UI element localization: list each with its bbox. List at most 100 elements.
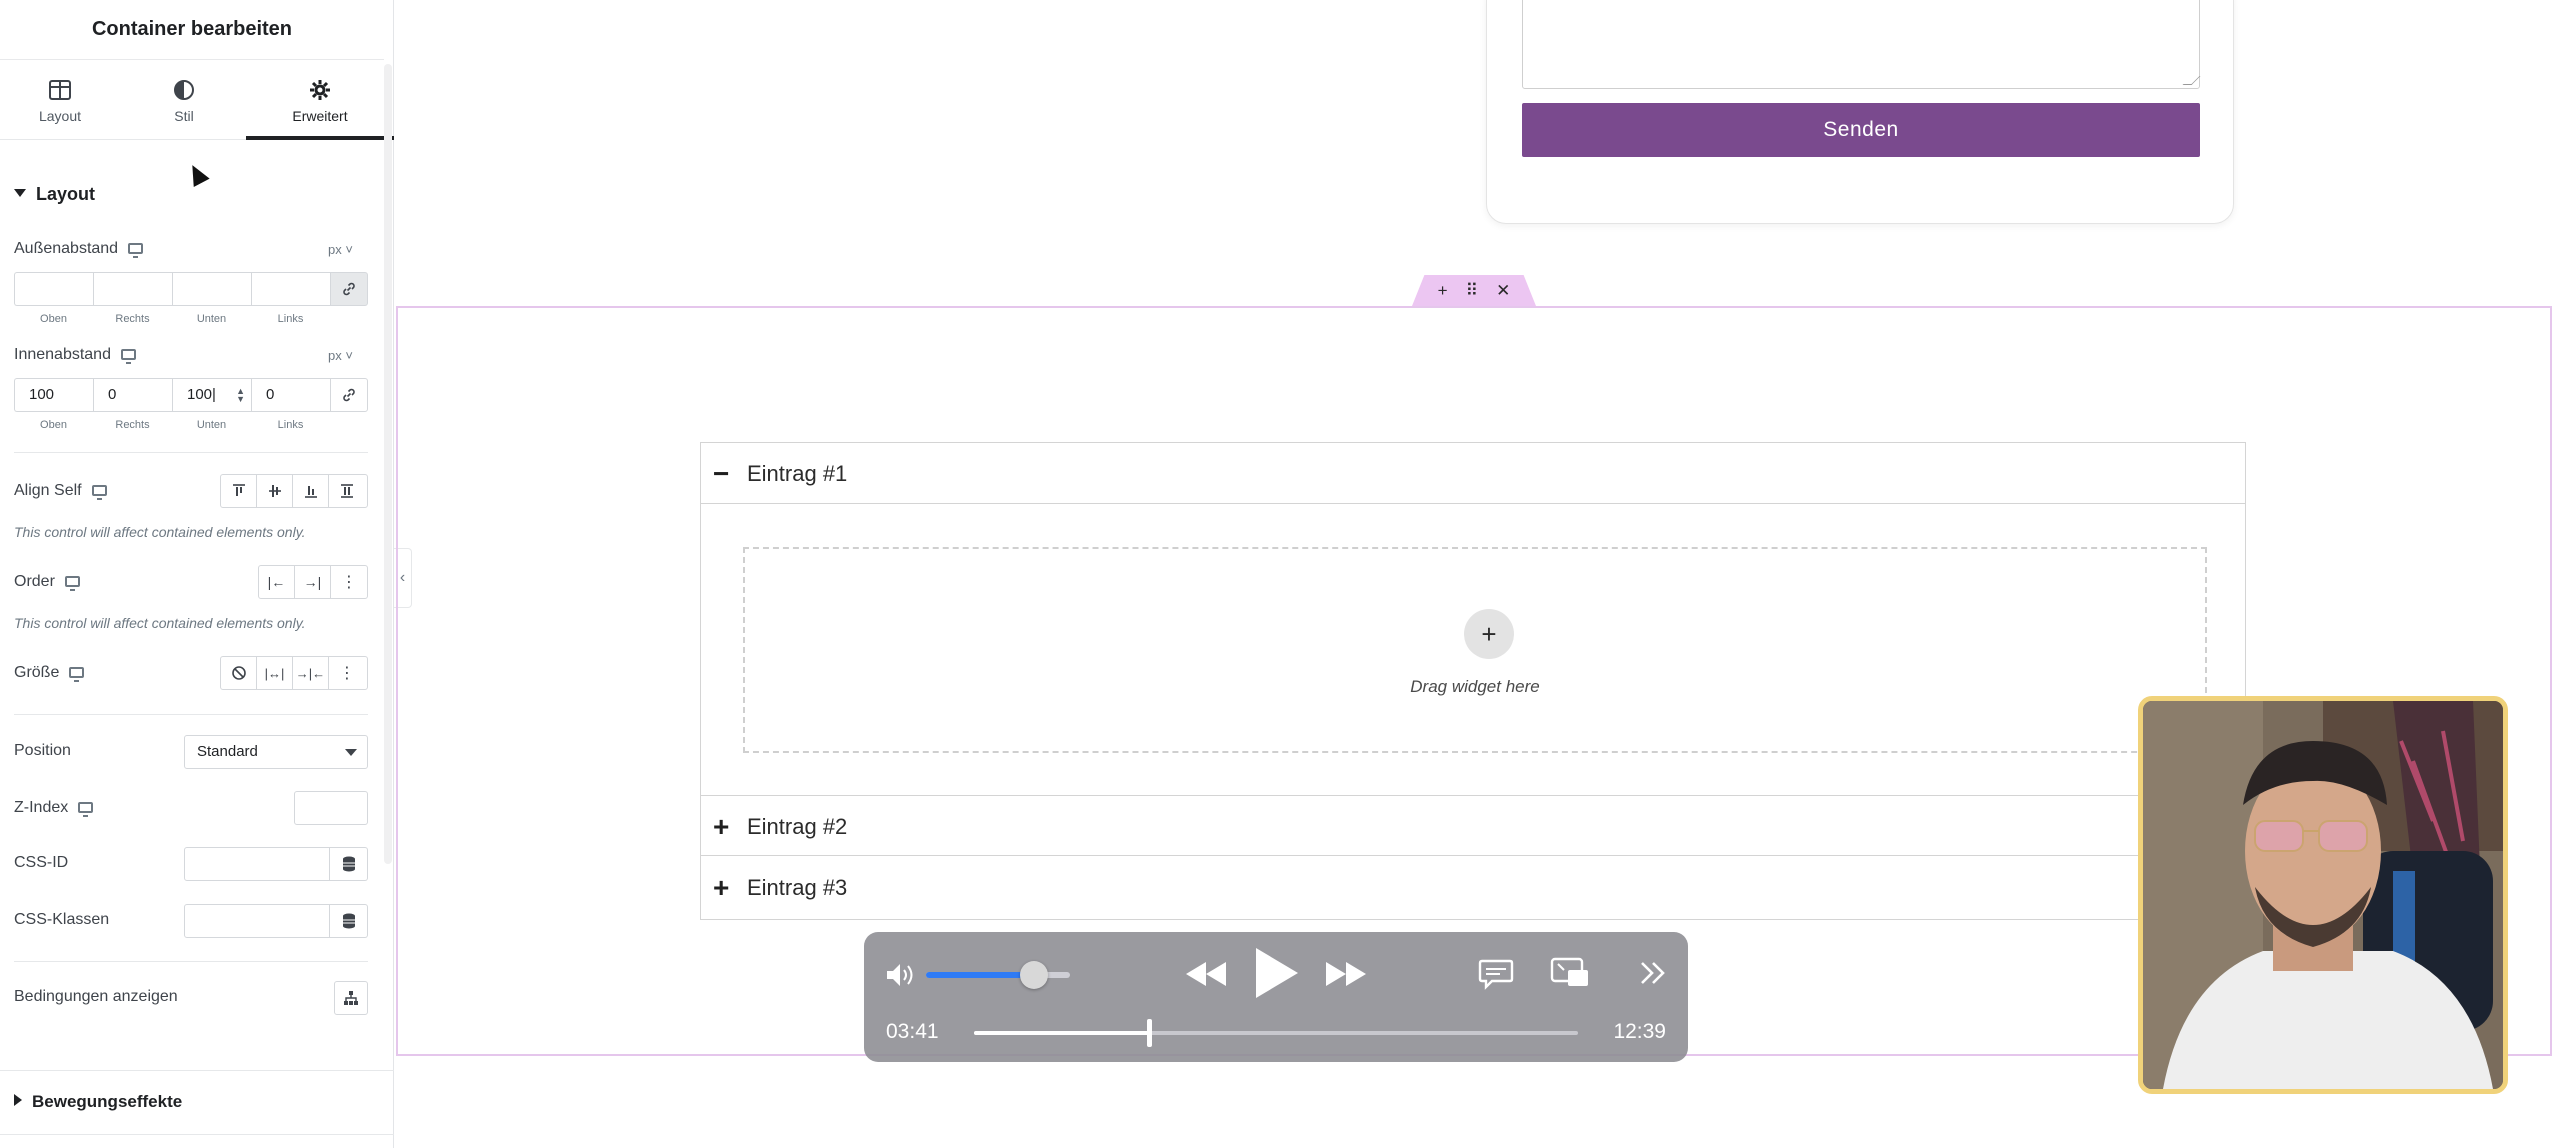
size-shrink-button[interactable]: →|← xyxy=(293,657,329,689)
css-id-label: CSS-ID xyxy=(14,854,69,871)
subtitles-icon[interactable] xyxy=(1478,958,1514,990)
css-id-input[interactable] xyxy=(184,847,330,881)
add-widget-button[interactable]: + xyxy=(1464,609,1514,659)
margin-bottom-input[interactable] xyxy=(172,272,251,306)
margin-unit-select[interactable]: px ˅ xyxy=(328,242,353,257)
link-values-button[interactable] xyxy=(330,378,368,412)
css-classes-input[interactable] xyxy=(184,904,330,938)
size-grow-button[interactable]: |↔| xyxy=(257,657,293,689)
desktop-icon[interactable] xyxy=(78,802,94,817)
align-stretch-button[interactable] xyxy=(329,475,365,507)
send-button[interactable]: Senden xyxy=(1522,103,2200,157)
plus-icon: + xyxy=(713,811,730,842)
order-last-icon: →| xyxy=(303,574,322,590)
volume-slider[interactable] xyxy=(926,961,1070,989)
accordion-widget: − Eintrag #1 + Drag widget here + Eintrag … xyxy=(700,442,2246,920)
z-index-input[interactable] xyxy=(294,791,368,825)
editor-panel: Container bearbeiten Layout Stil Erweite… xyxy=(0,0,394,1148)
side-label: Unten xyxy=(196,313,227,325)
side-label: Oben xyxy=(40,419,67,431)
sitemap-icon xyxy=(344,991,358,1005)
align-self-buttons xyxy=(220,474,368,508)
accordion-item-1-header[interactable]: − Eintrag #1 xyxy=(701,443,2245,504)
dropdown-arrow-icon xyxy=(345,749,357,756)
order-start-button[interactable]: |← xyxy=(259,566,295,598)
widget-drop-zone[interactable]: + Drag widget here xyxy=(743,547,2207,753)
align-center-button[interactable] xyxy=(257,475,293,507)
conditions-button[interactable] xyxy=(334,981,368,1015)
tab-style[interactable]: Stil xyxy=(124,64,244,140)
side-label: Oben xyxy=(40,313,67,325)
align-start-button[interactable] xyxy=(221,475,257,507)
volume-icon[interactable] xyxy=(884,960,918,990)
picture-in-picture-icon[interactable] xyxy=(1550,956,1590,990)
desktop-icon[interactable] xyxy=(128,243,144,258)
padding-label: Innenabstand xyxy=(14,346,136,364)
close-icon[interactable]: ✕ xyxy=(1496,281,1510,301)
fast-forward-icon[interactable] xyxy=(1324,958,1368,990)
tab-layout[interactable]: Layout xyxy=(0,64,120,140)
layout-section-title: Layout xyxy=(36,184,96,204)
position-select[interactable]: Standard xyxy=(184,735,368,769)
accordion-item-2-header[interactable]: + Eintrag #2 xyxy=(701,795,2245,856)
motion-section-header[interactable]: Bewegungseffekte xyxy=(14,1092,182,1112)
tab-advanced[interactable]: Erweitert xyxy=(246,64,394,140)
margin-side-labels: Oben Rechts Unten Links xyxy=(14,313,334,325)
progress-scrubber[interactable] xyxy=(1147,1019,1153,1047)
volume-knob[interactable] xyxy=(1020,961,1048,989)
align-top-icon xyxy=(232,484,245,496)
side-label: Rechts xyxy=(115,419,150,431)
size-buttons: |↔| →|← ⋮ xyxy=(220,656,368,690)
align-end-button[interactable] xyxy=(293,475,329,507)
more-chevrons-icon[interactable] xyxy=(1638,958,1668,988)
current-time: 03:41 xyxy=(886,1020,939,1043)
padding-top-input[interactable]: 100 xyxy=(14,378,93,412)
dynamic-tags-button[interactable] xyxy=(330,847,368,881)
accordion-item-label: Eintrag #3 xyxy=(747,875,848,900)
desktop-icon[interactable] xyxy=(120,349,136,364)
mouse-cursor-icon xyxy=(184,160,210,188)
margin-left-input[interactable] xyxy=(251,272,330,306)
margin-right-input[interactable] xyxy=(93,272,172,306)
padding-left-input[interactable]: 0 xyxy=(251,378,330,412)
message-textarea[interactable] xyxy=(1522,0,2200,89)
caret-right-icon xyxy=(14,1094,22,1106)
rewind-icon[interactable] xyxy=(1184,958,1228,990)
padding-inputs: 100 0 100| ▲ ▼ 0 xyxy=(14,378,368,412)
margin-top-input[interactable] xyxy=(14,272,93,306)
desktop-icon[interactable] xyxy=(64,576,80,591)
accordion-item-3-header[interactable]: + Eintrag #3 xyxy=(701,857,2245,918)
drag-handle-icon[interactable]: ⠿ xyxy=(1466,281,1478,301)
align-self-note: This control will affect contained eleme… xyxy=(14,524,306,540)
play-icon[interactable] xyxy=(1252,946,1300,1000)
margin-label-text: Außenabstand xyxy=(14,240,119,257)
stepper-icon[interactable]: ▲ ▼ xyxy=(236,387,245,404)
order-end-button[interactable]: →| xyxy=(295,566,331,598)
accordion-item-label: Eintrag #1 xyxy=(747,461,848,486)
padding-right-input[interactable]: 0 xyxy=(93,378,172,412)
padding-bottom-input[interactable]: 100| ▲ ▼ xyxy=(172,378,251,412)
z-index-label: Z-Index xyxy=(14,799,94,817)
link-values-button[interactable] xyxy=(330,272,368,306)
margin-label: Außenabstand xyxy=(14,240,144,258)
contrast-icon xyxy=(174,80,194,100)
desktop-icon[interactable] xyxy=(69,667,85,682)
padding-unit-select[interactable]: px ˅ xyxy=(328,348,353,363)
size-custom-button[interactable]: ⋮ xyxy=(329,657,365,689)
size-none-button[interactable] xyxy=(221,657,257,689)
dynamic-tags-button[interactable] xyxy=(330,904,368,938)
layout-icon xyxy=(49,80,71,100)
order-first-icon: |← xyxy=(267,574,286,590)
padding-unit-text: px xyxy=(328,348,342,363)
plus-icon: + xyxy=(1481,619,1497,649)
shrink-icon: →|← xyxy=(295,665,326,681)
panel-tabs: Layout Stil Erweitert xyxy=(0,64,394,140)
add-icon[interactable]: + xyxy=(1438,281,1448,301)
order-custom-button[interactable]: ⋮ xyxy=(331,566,367,598)
desktop-icon[interactable] xyxy=(91,485,107,500)
position-label: Position xyxy=(14,742,71,759)
panel-scrollbar[interactable] xyxy=(384,64,392,864)
align-stretch-icon xyxy=(341,484,353,498)
layout-section-header[interactable]: Layout xyxy=(14,184,95,205)
progress-bar[interactable] xyxy=(974,1019,1578,1047)
